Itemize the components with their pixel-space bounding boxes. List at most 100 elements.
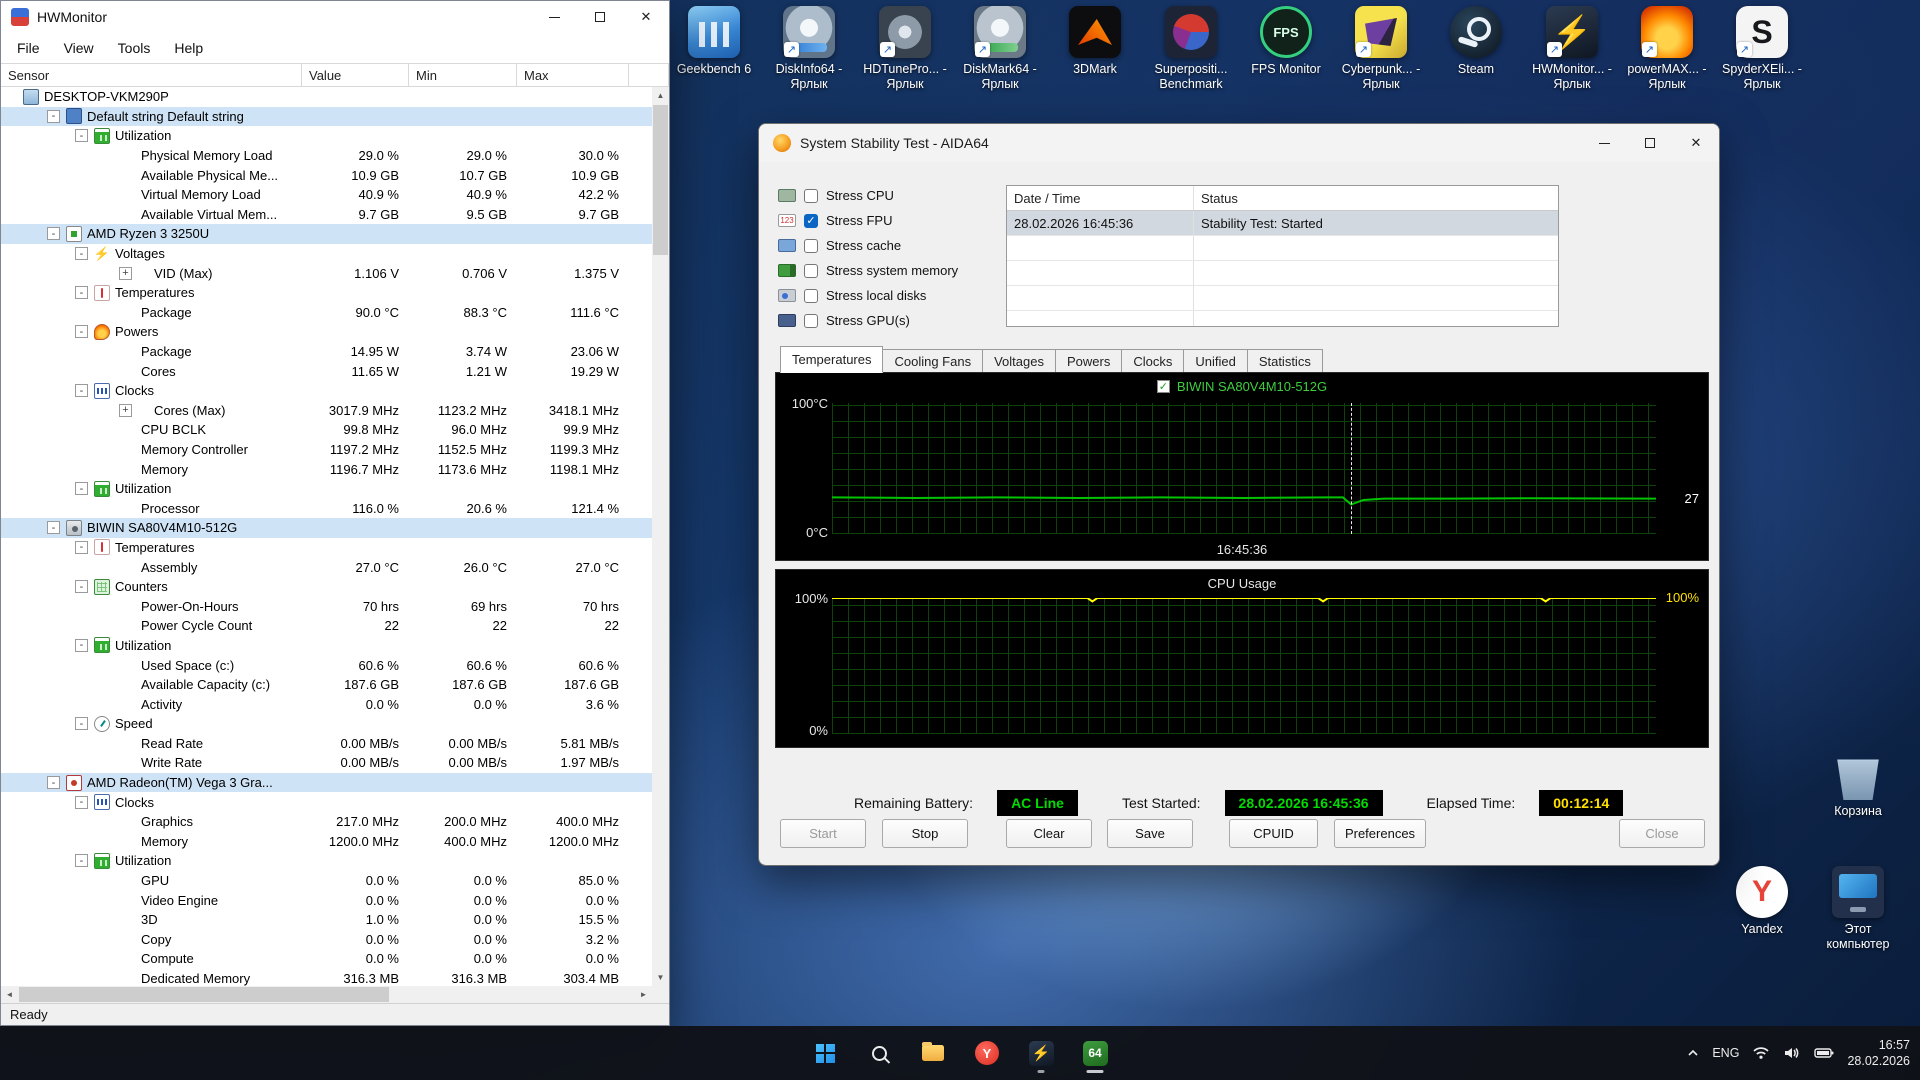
tree-expander[interactable]: - [47, 521, 60, 534]
column-header-max[interactable]: Max [517, 64, 629, 86]
device-row-speed[interactable]: -Speed [1, 714, 652, 734]
sensor-row-available-virtual-mem[interactable]: Available Virtual Mem...9.7 GB9.5 GB9.7 … [1, 205, 652, 225]
column-header-min[interactable]: Min [409, 64, 517, 86]
tree-expander[interactable]: + [119, 267, 132, 280]
device-row-default-string-default-string[interactable]: -Default string Default string [1, 107, 652, 127]
sensor-row-graphics[interactable]: Graphics217.0 MHz200.0 MHz400.0 MHz [1, 812, 652, 832]
tree-expander[interactable]: - [47, 227, 60, 240]
sensor-row-power-cycle-count[interactable]: Power Cycle Count222222 [1, 616, 652, 636]
sensor-row-dedicated-memory[interactable]: Dedicated Memory316.3 MB316.3 MB303.4 MB [1, 969, 652, 986]
tab-cooling-fans[interactable]: Cooling Fans [883, 349, 983, 373]
tree-expander[interactable]: - [75, 796, 88, 809]
sensor-row-vid-max[interactable]: +VID (Max)1.106 V0.706 V1.375 V [1, 263, 652, 283]
tree-expander[interactable]: - [75, 639, 88, 652]
sensor-row-activity[interactable]: Activity0.0 %0.0 %3.6 % [1, 694, 652, 714]
tab-voltages[interactable]: Voltages [983, 349, 1056, 373]
device-row-utilization[interactable]: -Utilization [1, 851, 652, 871]
legend-checkbox[interactable] [1157, 380, 1170, 393]
sensor-row-package[interactable]: Package90.0 °C88.3 °C111.6 °C [1, 303, 652, 323]
desktop-icon-steam[interactable]: Steam [1430, 6, 1522, 77]
clear-button[interactable]: Clear [1006, 819, 1092, 848]
device-row-voltages[interactable]: -Voltages [1, 244, 652, 264]
device-row-biwin-sa80v4m10-512g[interactable]: -BIWIN SA80V4M10-512G [1, 518, 652, 538]
device-row-powers[interactable]: -Powers [1, 322, 652, 342]
vertical-scrollbar[interactable]: ▲ ▼ [652, 87, 669, 986]
sensor-row-available-capacity-c[interactable]: Available Capacity (c:)187.6 GB187.6 GB1… [1, 675, 652, 695]
sensor-row-3d[interactable]: 3D1.0 %0.0 %15.5 % [1, 910, 652, 930]
desktop-icon-superposition[interactable]: Superpositi...Benchmark [1145, 6, 1237, 92]
sensor-row-available-physical-me[interactable]: Available Physical Me...10.9 GB10.7 GB10… [1, 165, 652, 185]
tree-expander[interactable]: - [75, 286, 88, 299]
tree-expander[interactable]: - [75, 325, 88, 338]
taskbar-aida64-button[interactable]: 64 [1073, 1031, 1117, 1075]
device-row-temperatures[interactable]: -Temperatures [1, 283, 652, 303]
stress-option-stress-fpu[interactable]: Stress FPU [778, 208, 958, 233]
close-button[interactable]: ✕ [1673, 124, 1719, 162]
desktop-icon-mark3d[interactable]: 3DMark [1049, 6, 1141, 77]
horizontal-scrollbar[interactable]: ◄ ► [1, 986, 669, 1003]
sensor-row-power-on-hours[interactable]: Power-On-Hours70 hrs69 hrs70 hrs [1, 596, 652, 616]
stress-option-stress-gpu-s[interactable]: Stress GPU(s) [778, 308, 958, 333]
vertical-scroll-thumb[interactable] [653, 105, 668, 255]
sensor-row-read-rate[interactable]: Read Rate0.00 MB/s0.00 MB/s5.81 MB/s [1, 734, 652, 754]
sensor-row-cpu-bclk[interactable]: CPU BCLK99.8 MHz96.0 MHz99.9 MHz [1, 420, 652, 440]
tree-expander[interactable]: - [75, 854, 88, 867]
minimize-button[interactable] [1581, 124, 1627, 162]
scroll-right-arrow[interactable]: ► [635, 986, 652, 1003]
checkbox-stress-cache[interactable] [804, 239, 818, 253]
column-header-value[interactable]: Value [302, 64, 409, 86]
tree-expander[interactable]: - [75, 482, 88, 495]
tab-temperatures[interactable]: Temperatures [780, 346, 883, 373]
preferences-button[interactable]: Preferences [1334, 819, 1426, 848]
save-button[interactable]: Save [1107, 819, 1193, 848]
desktop-icon-diskmark[interactable]: ↗DiskMark64 -Ярлык [954, 6, 1046, 92]
checkbox-stress-system-memory[interactable] [804, 264, 818, 278]
desktop-icon-recycle[interactable]: Корзина [1812, 748, 1904, 819]
tree-expander[interactable]: - [75, 580, 88, 593]
column-header-sensor[interactable]: Sensor [1, 64, 302, 86]
tab-powers[interactable]: Powers [1056, 349, 1122, 373]
wifi-icon[interactable] [1752, 1046, 1770, 1060]
checkbox-stress-gpu-s[interactable] [804, 314, 818, 328]
aida64-titlebar[interactable]: System Stability Test - AIDA64 ✕ [759, 124, 1719, 162]
sensor-row-copy[interactable]: Copy0.0 %0.0 %3.2 % [1, 930, 652, 950]
device-row-utilization[interactable]: -Utilization [1, 479, 652, 499]
device-row-desktop-vkm290p[interactable]: DESKTOP-VKM290P [1, 87, 652, 107]
language-indicator[interactable]: ENG [1712, 1046, 1739, 1060]
stress-option-stress-cache[interactable]: Stress cache [778, 233, 958, 258]
taskbar-clock[interactable]: 16:57 28.02.2026 [1847, 1037, 1910, 1069]
desktop-icon-diskinfo[interactable]: ↗DiskInfo64 -Ярлык [763, 6, 855, 92]
device-row-clocks[interactable]: -Clocks [1, 381, 652, 401]
tray-chevron-icon[interactable] [1687, 1049, 1699, 1057]
stop-button[interactable]: Stop [882, 819, 968, 848]
tree-expander[interactable]: - [75, 129, 88, 142]
maximize-button[interactable] [1627, 124, 1673, 162]
sensor-row-physical-memory-load[interactable]: Physical Memory Load29.0 %29.0 %30.0 % [1, 146, 652, 166]
sensor-row-processor[interactable]: Processor116.0 %20.6 %121.4 % [1, 498, 652, 518]
menu-file[interactable]: File [5, 36, 52, 60]
menu-view[interactable]: View [52, 36, 106, 60]
tree-expander[interactable]: - [75, 717, 88, 730]
sensor-row-assembly[interactable]: Assembly27.0 °C26.0 °C27.0 °C [1, 557, 652, 577]
stress-option-stress-system-memory[interactable]: Stress system memory [778, 258, 958, 283]
taskbar-hwmonitor-button[interactable]: ⚡ [1019, 1031, 1063, 1075]
sensor-row-gpu[interactable]: GPU0.0 %0.0 %85.0 % [1, 871, 652, 891]
horizontal-scroll-thumb[interactable] [19, 987, 389, 1002]
tree-expander[interactable]: - [47, 110, 60, 123]
tree-expander[interactable]: - [75, 384, 88, 397]
device-row-utilization[interactable]: -Utilization [1, 126, 652, 146]
device-row-clocks[interactable]: -Clocks [1, 792, 652, 812]
tab-unified[interactable]: Unified [1184, 349, 1247, 373]
battery-icon[interactable] [1814, 1047, 1834, 1059]
sensor-row-write-rate[interactable]: Write Rate0.00 MB/s0.00 MB/s1.97 MB/s [1, 753, 652, 773]
scroll-up-arrow[interactable]: ▲ [652, 87, 669, 104]
tree-expander[interactable]: - [75, 541, 88, 554]
desktop-icon-cyberpunk[interactable]: ↗Cyberpunk... -Ярлык [1335, 6, 1427, 92]
device-row-amd-radeon-tm-vega-3-gra[interactable]: -AMD Radeon(TM) Vega 3 Gra... [1, 773, 652, 793]
scroll-down-arrow[interactable]: ▼ [652, 969, 669, 986]
device-row-counters[interactable]: -Counters [1, 577, 652, 597]
desktop-icon-fpsmonitor[interactable]: FPS Monitor [1240, 6, 1332, 77]
taskbar-search-button[interactable] [857, 1031, 901, 1075]
desktop-icon-geekbench[interactable]: Geekbench 6 [668, 6, 760, 77]
log-row[interactable]: 28.02.2026 16:45:36Stability Test: Start… [1007, 211, 1558, 236]
